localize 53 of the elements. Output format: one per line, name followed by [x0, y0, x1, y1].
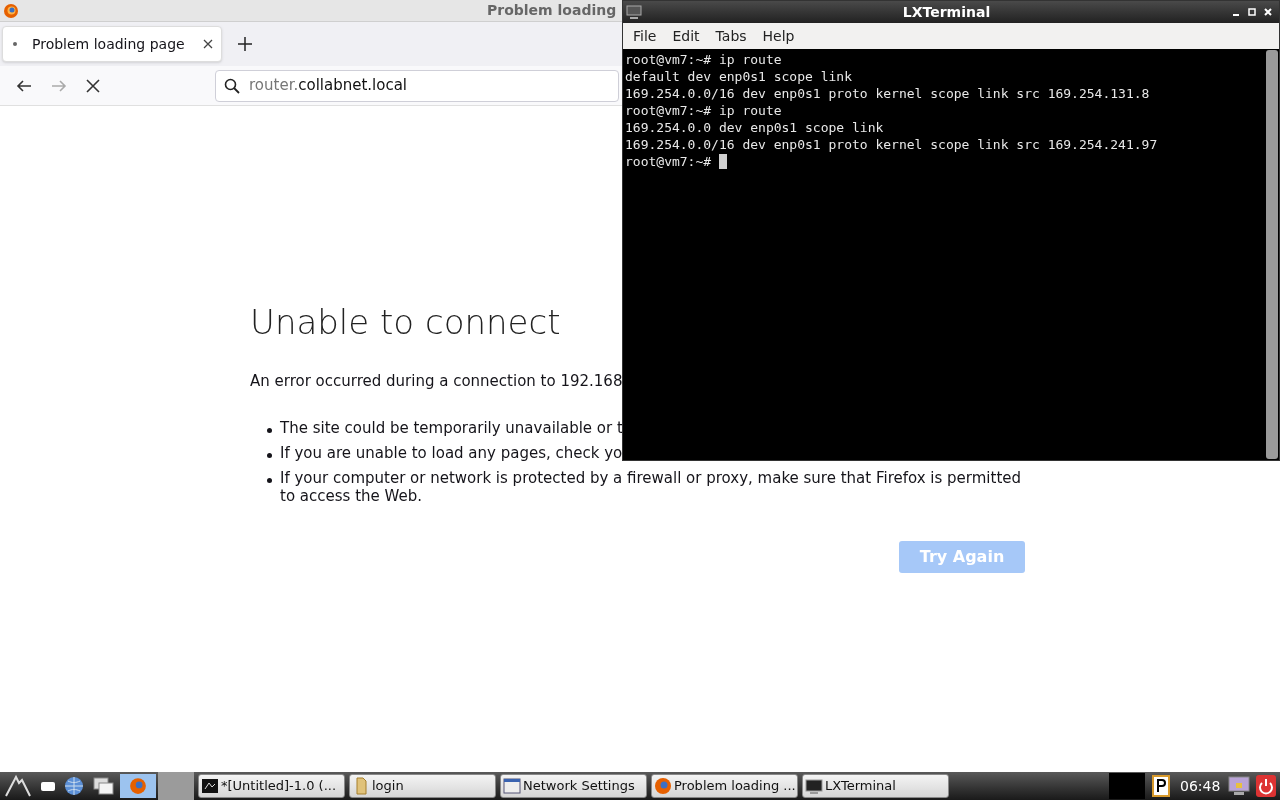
windows-icon[interactable]: [93, 776, 115, 796]
loading-dot-icon: [13, 42, 17, 46]
bullet-text: If you are unable to load any pages, check yo: [280, 443, 623, 462]
taskbar-button[interactable]: Network Settings: [500, 774, 647, 798]
image-editor-icon: [201, 777, 219, 795]
parking-icon[interactable]: [1152, 775, 1170, 797]
lock-screen-icon[interactable]: [1228, 776, 1251, 796]
scrollbar[interactable]: [1266, 50, 1278, 459]
menu-item[interactable]: Tabs: [707, 25, 755, 47]
bullet-text: If your computer or network is protected by a firewall or proxy, make sure that Firefox is permitted to access the Web.: [280, 468, 1023, 505]
firefox-launcher[interactable]: [120, 774, 156, 798]
menu-item[interactable]: Help: [754, 25, 803, 47]
close-tab-icon[interactable]: [203, 39, 213, 49]
new-tab-icon[interactable]: [238, 37, 252, 51]
bullet-icon: [267, 452, 272, 458]
taskbar-button[interactable]: LXTerminal: [802, 774, 949, 798]
taskbar-button[interactable]: Problem loading ...: [651, 774, 798, 798]
close-icon[interactable]: [1263, 7, 1273, 17]
cursor: [718, 154, 727, 169]
menu-item[interactable]: Edit: [664, 25, 708, 47]
window-title: LXTerminal: [901, 2, 992, 22]
terminal-line: root@vm7:~# ip route: [625, 102, 782, 119]
taskbar-button[interactable]: *[Untitled]-1.0 (...: [198, 774, 345, 798]
terminal-line: 169.254.0.0/16 dev enp0s1 proto kernel scope link src 169.254.131.8: [625, 85, 1150, 102]
firefox-logo-icon: [129, 777, 147, 795]
error-heading: Unable to connect: [250, 302, 562, 342]
power-icon[interactable]: [1256, 775, 1277, 797]
globe-icon[interactable]: [64, 776, 84, 796]
terminal-icon: [626, 5, 642, 19]
url-field[interactable]: router.collabnet.local: [215, 69, 619, 102]
bullet-icon: [267, 477, 272, 483]
terminal-line: 169.254.0.0 dev enp0s1 scope link: [625, 119, 884, 136]
tab-label: Problem loading page: [32, 34, 186, 54]
menu-item[interactable]: File: [625, 25, 665, 47]
browser-tab[interactable]: Problem loading page: [2, 26, 222, 62]
clock: 06:48: [1180, 776, 1221, 796]
firefox-logo-icon: [654, 777, 672, 795]
taskbar-button[interactable]: login: [349, 774, 496, 798]
window-title: Problem loading: [487, 1, 617, 20]
terminal-line: root@vm7:~#: [625, 153, 713, 170]
start-menu-icon[interactable]: [4, 774, 32, 798]
terminal-line: 169.254.0.0/16 dev enp0s1 proto kernel scope link src 169.254.241.97: [625, 136, 1158, 153]
window-icon: [503, 777, 521, 795]
terminal-line: default dev enp0s1 scope link: [625, 68, 852, 85]
search-icon: [224, 77, 240, 94]
firefox-logo-icon: [3, 2, 19, 19]
error-message: An error occurred during a connection to 192.168: [250, 371, 624, 392]
stop-icon[interactable]: [85, 77, 101, 94]
bullet-icon: [267, 427, 272, 433]
monitor-icon: [805, 777, 823, 795]
maximize-icon[interactable]: [1247, 7, 1257, 17]
minimize-all-icon[interactable]: [40, 780, 56, 792]
terminal-line: root@vm7:~# ip route: [625, 51, 782, 68]
